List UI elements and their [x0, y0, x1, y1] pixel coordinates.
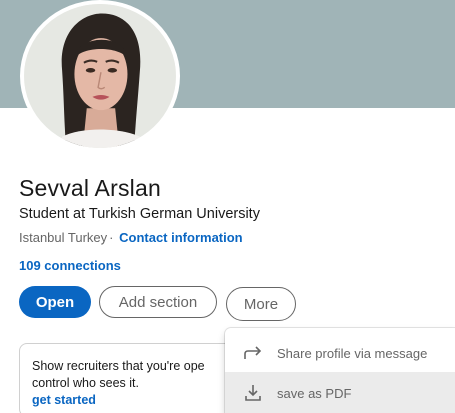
card-text-line2: control who sees it. — [32, 376, 139, 390]
avatar[interactable] — [20, 0, 180, 152]
open-button[interactable]: Open — [19, 286, 91, 318]
connections-link[interactable]: 109 connections — [19, 258, 121, 273]
download-icon — [243, 383, 263, 403]
menu-item-share-profile[interactable]: Share profile via message — [225, 332, 455, 374]
profile-headline: Student at Turkish German University — [19, 206, 260, 222]
menu-item-save-pdf[interactable]: save as PDF — [225, 372, 455, 413]
contact-info-link[interactable]: Contact information — [119, 230, 243, 245]
menu-item-label: save as PDF — [277, 385, 352, 401]
share-arrow-icon — [243, 343, 263, 363]
card-text-line1: Show recruiters that you're ope — [32, 359, 205, 373]
get-started-link[interactable]: get started — [32, 392, 236, 409]
profile-name: Sevval Arslan — [19, 175, 161, 201]
separator-dot: · — [109, 230, 114, 245]
more-dropdown-menu: Share profile via message save as PDF — [225, 328, 455, 413]
open-to-work-card: Show recruiters that you're ope control … — [19, 343, 249, 413]
location-line: Istanbul Turkey · Contact information — [19, 230, 243, 245]
avatar-photo — [24, 4, 176, 148]
location-text: Istanbul Turkey — [19, 230, 108, 245]
profile-page: Sevval Arslan Student at Turkish German … — [0, 0, 455, 413]
menu-item-label: Share profile via message — [277, 345, 428, 361]
add-section-button[interactable]: Add section — [99, 286, 217, 318]
more-button[interactable]: More — [226, 287, 296, 321]
